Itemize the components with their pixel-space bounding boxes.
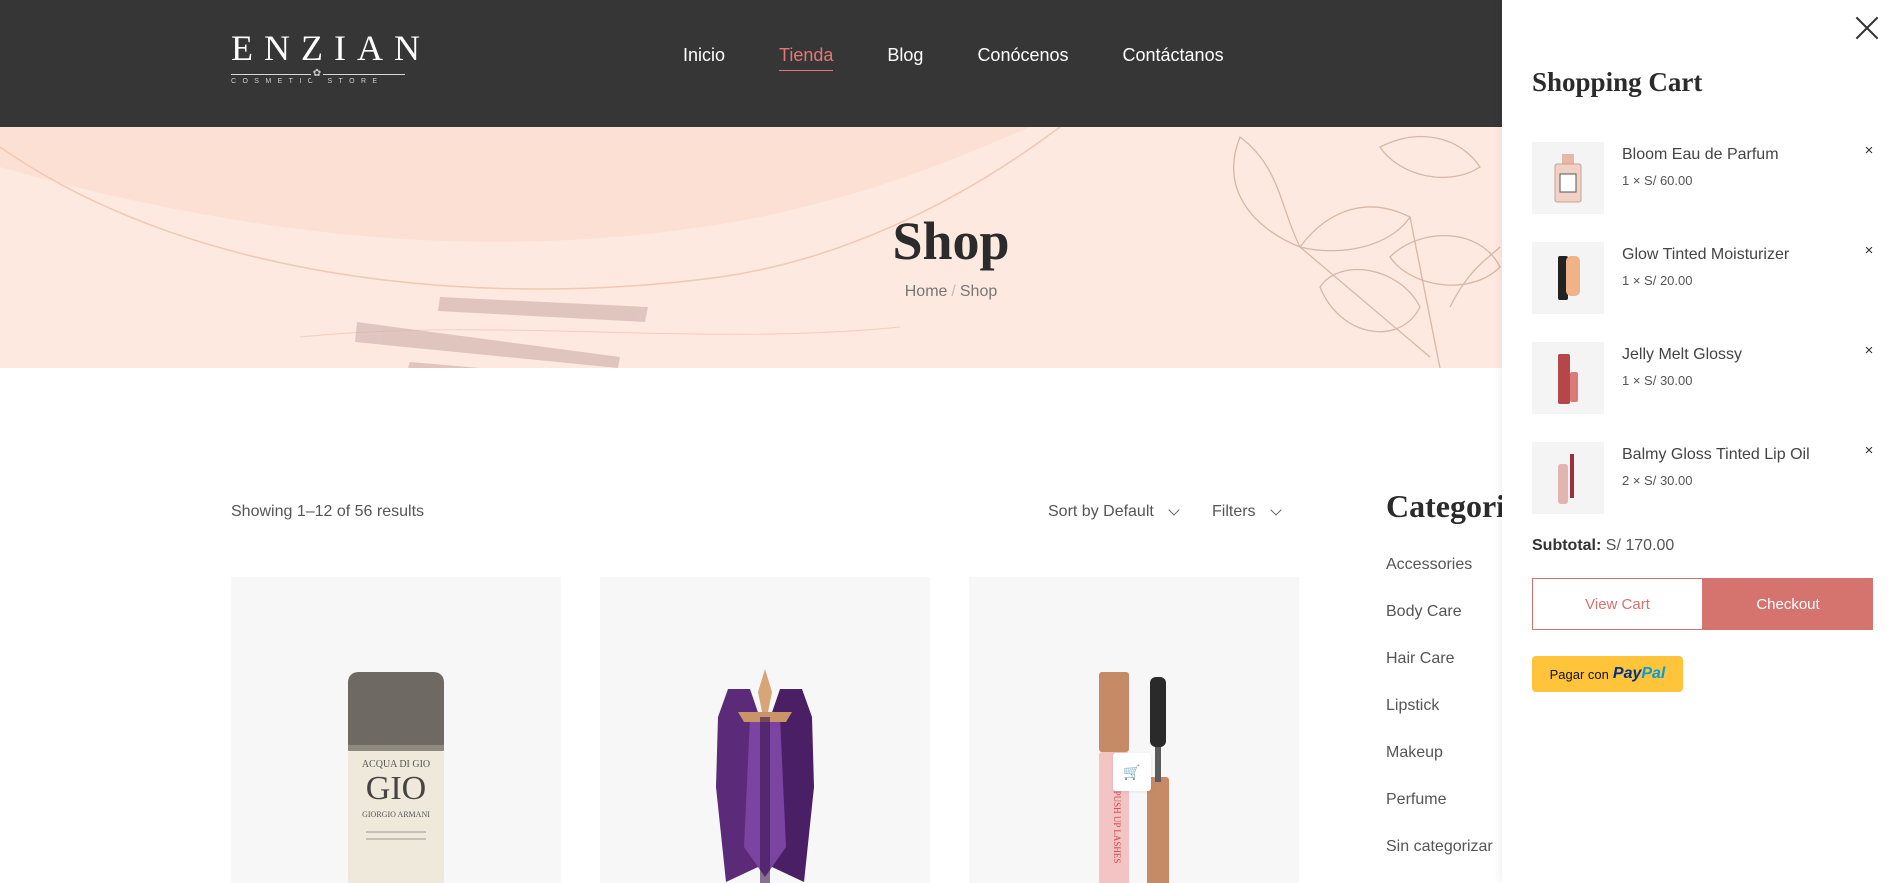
product-card[interactable]: PUSH UP LASHES 🛒 bbox=[969, 577, 1299, 883]
filters-label: Filters bbox=[1212, 503, 1256, 520]
svg-text:GIORGIO ARMANI: GIORGIO ARMANI bbox=[362, 810, 430, 819]
page: ENZIAN ✿ COSMETIC STORE Inicio Tienda Bl… bbox=[0, 0, 1895, 883]
paypal-button[interactable]: Pagar con PayPal bbox=[1532, 656, 1683, 692]
svg-text:GIO: GIO bbox=[366, 770, 426, 807]
cart-item: Glow Tinted Moisturizer 1 × S/ 20.00 × bbox=[1532, 242, 1877, 314]
product-card[interactable]: ACQUA DI GIO GIO GIORGIO ARMANI bbox=[231, 577, 561, 883]
cart-item-thumbnail[interactable] bbox=[1532, 242, 1604, 314]
site-logo[interactable]: ENZIAN ✿ COSMETIC STORE bbox=[231, 28, 431, 85]
breadcrumb-home[interactable]: Home bbox=[905, 283, 948, 300]
nav-inicio[interactable]: Inicio bbox=[683, 45, 725, 71]
cart-item-thumbnail[interactable] bbox=[1532, 442, 1604, 514]
cart-drawer: Shopping Cart Bloom Eau de Parfum 1 × S/… bbox=[1502, 0, 1895, 883]
results-count: Showing 1–12 of 56 results bbox=[231, 503, 425, 520]
category-perfume[interactable]: Perfume bbox=[1386, 791, 1493, 838]
add-to-cart-icon[interactable]: 🛒 bbox=[1113, 753, 1151, 791]
category-makeup[interactable]: Makeup bbox=[1386, 744, 1493, 791]
logo-divider: ✿ bbox=[231, 68, 405, 80]
nav-contactanos[interactable]: Contáctanos bbox=[1123, 45, 1224, 71]
sort-dropdown[interactable]: Sort by Default bbox=[1048, 503, 1180, 521]
close-icon[interactable] bbox=[1854, 15, 1880, 41]
cart-item-thumbnail[interactable] bbox=[1532, 142, 1604, 214]
svg-text:ACQUA DI GIO: ACQUA DI GIO bbox=[362, 759, 430, 770]
logo-text: ENZIAN bbox=[231, 28, 431, 68]
remove-item-button[interactable]: × bbox=[1861, 342, 1877, 359]
category-hair-care[interactable]: Hair Care bbox=[1386, 650, 1493, 697]
category-sin-categorizar[interactable]: Sin categorizar bbox=[1386, 838, 1493, 883]
remove-item-button[interactable]: × bbox=[1861, 142, 1877, 159]
subtotal-label: Subtotal: bbox=[1532, 537, 1602, 554]
cart-item-name[interactable]: Jelly Melt Glossy bbox=[1622, 346, 1742, 364]
cart-item: Bloom Eau de Parfum 1 × S/ 60.00 × bbox=[1532, 142, 1877, 214]
subtotal-value: S/ 170.00 bbox=[1605, 537, 1675, 554]
product-image-acqua-di-gio: ACQUA DI GIO GIO GIORGIO ARMANI bbox=[348, 672, 444, 883]
filters-toggle[interactable]: Filters bbox=[1212, 503, 1282, 521]
breadcrumb-separator: / bbox=[951, 283, 956, 300]
cart-item-qty: 1 × S/ 30.00 bbox=[1622, 373, 1693, 388]
perfume-bottle-icon bbox=[1554, 154, 1582, 203]
cart-item-qty: 2 × S/ 30.00 bbox=[1622, 473, 1693, 488]
cart-item-qty: 1 × S/ 60.00 bbox=[1622, 173, 1693, 188]
sort-label: Sort by Default bbox=[1048, 503, 1154, 520]
lip-oil-icon bbox=[1558, 454, 1574, 504]
category-lipstick[interactable]: Lipstick bbox=[1386, 697, 1493, 744]
chevron-down-icon bbox=[1269, 503, 1282, 516]
cart-subtotal: Subtotal: S/ 170.00 bbox=[1532, 537, 1674, 555]
cart-item: Jelly Melt Glossy 1 × S/ 30.00 × bbox=[1532, 342, 1877, 414]
breadcrumb-current: Shop bbox=[959, 283, 998, 300]
product-card[interactable] bbox=[600, 577, 930, 883]
remove-item-button[interactable]: × bbox=[1861, 242, 1877, 259]
cart-item: Balmy Gloss Tinted Lip Oil 2 × S/ 30.00 … bbox=[1532, 442, 1877, 514]
categories-list: Accessories Body Care Hair Care Lipstick… bbox=[1386, 556, 1493, 883]
paypal-logo: PayPal bbox=[1612, 665, 1666, 682]
nav-conocenos[interactable]: Conócenos bbox=[977, 45, 1068, 71]
cart-title: Shopping Cart bbox=[1532, 67, 1703, 97]
cart-item-name[interactable]: Balmy Gloss Tinted Lip Oil bbox=[1622, 446, 1810, 464]
main-nav: Inicio Tienda Blog Conócenos Contáctanos bbox=[683, 45, 1224, 71]
svg-text:PUSH UP LASHES: PUSH UP LASHES bbox=[1112, 791, 1122, 864]
paypal-prefix: Pagar con bbox=[1549, 666, 1609, 682]
checkout-button[interactable]: Checkout bbox=[1703, 578, 1873, 630]
category-accessories[interactable]: Accessories bbox=[1386, 556, 1493, 603]
nav-tienda[interactable]: Tienda bbox=[779, 45, 834, 71]
nav-blog[interactable]: Blog bbox=[887, 45, 923, 71]
remove-item-button[interactable]: × bbox=[1861, 442, 1877, 459]
cart-item-name[interactable]: Glow Tinted Moisturizer bbox=[1622, 246, 1789, 264]
lip-gloss-icon bbox=[1558, 354, 1578, 404]
category-body-care[interactable]: Body Care bbox=[1386, 603, 1493, 650]
product-image-mascara: PUSH UP LASHES bbox=[1099, 672, 1169, 883]
view-cart-button[interactable]: View Cart bbox=[1532, 578, 1703, 630]
cart-item-qty: 1 × S/ 20.00 bbox=[1622, 273, 1693, 288]
logo-flower-icon: ✿ bbox=[311, 68, 323, 80]
product-image-alien bbox=[716, 669, 814, 883]
chevron-down-icon bbox=[1168, 503, 1180, 516]
cart-item-name[interactable]: Bloom Eau de Parfum bbox=[1622, 146, 1779, 164]
moisturizer-tube-icon bbox=[1558, 256, 1580, 300]
cart-item-thumbnail[interactable] bbox=[1532, 342, 1604, 414]
